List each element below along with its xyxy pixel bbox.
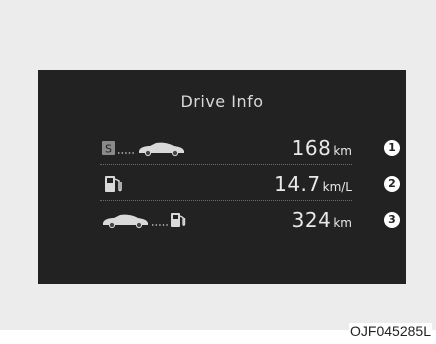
row-divider [100,200,352,201]
driving-distance-value: 168 [291,136,332,160]
row-value: 324 km [292,206,352,234]
distance-to-empty-unit: km [333,216,352,230]
callout-badge-2: 2 [384,176,400,192]
panel-title: Drive Info [180,92,264,111]
driving-distance-unit: km [333,144,352,158]
row-divider [100,164,352,165]
car-icon [139,142,184,157]
fuel-economy-value: 14.7 [274,172,321,196]
drive-info-panel: Drive Info S 168 km 1 14.7 km/L 2 324 km… [38,70,406,284]
distance-to-empty-value: 324 [291,208,332,232]
car-icon [103,214,148,229]
fuel-pump-icon [105,176,122,192]
start-badge-letter: S [105,143,112,156]
row-icons: S [100,134,190,162]
callout-badge-1: 1 [384,140,400,156]
drive-info-row-fuel-economy: 14.7 km/L [100,170,352,198]
row-icons [100,170,130,198]
fuel-economy-unit: km/L [322,180,352,194]
car-to-fuel-icon [103,213,186,229]
fuel-pump-icon [171,213,186,227]
figure-frame: Drive Info S 168 km 1 14.7 km/L 2 324 km… [0,0,436,330]
start-to-car-icon: S [102,141,184,157]
row-value: 168 km [292,134,352,162]
drive-info-row-distance-to-empty: 324 km [100,206,352,234]
row-icons [100,206,195,234]
callout-badge-3: 3 [384,212,400,228]
row-value: 14.7 km/L [274,170,352,198]
drive-info-row-driving-distance: S 168 km [100,134,352,162]
figure-code: OJF045285L [349,323,432,339]
